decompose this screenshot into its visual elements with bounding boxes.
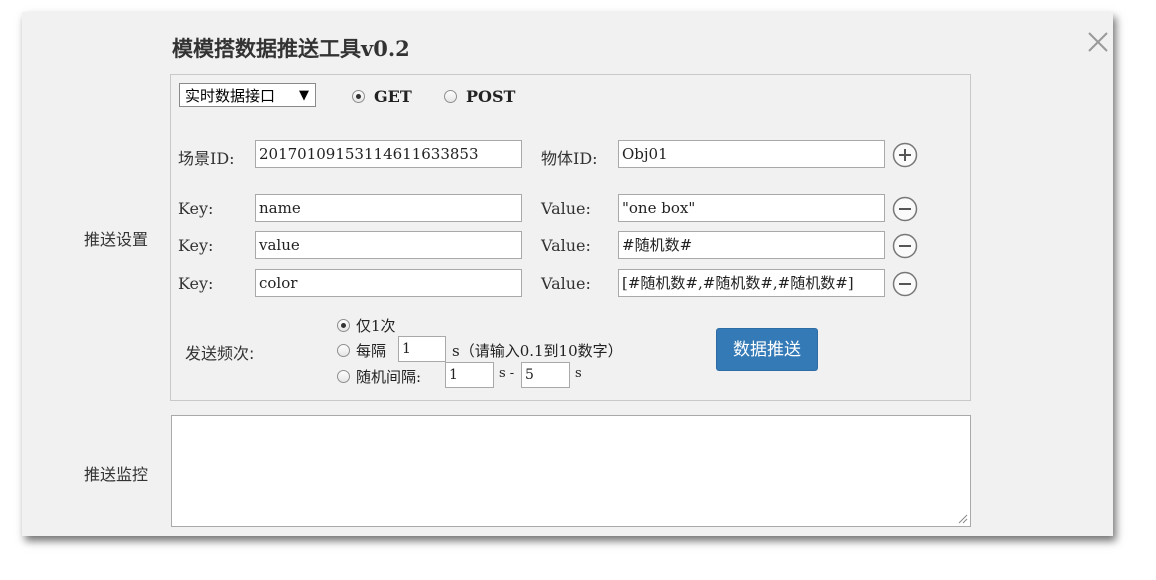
value-input-3[interactable]: [#随机数#,#随机数#,#随机数#] xyxy=(618,269,885,297)
dialog-title: 模模搭数据推送工具v0.2 xyxy=(172,36,410,61)
monitor-section-label: 推送监控 xyxy=(84,465,149,484)
method-get-radio[interactable]: GET xyxy=(352,87,412,106)
frequency-once-radio[interactable]: 仅1次 xyxy=(337,315,396,336)
radio-circle xyxy=(352,90,365,103)
frequency-interval-label: 每隔 xyxy=(356,342,387,360)
key-input-1[interactable]: name xyxy=(255,194,522,222)
radio-circle xyxy=(337,319,350,332)
key-label: Key: xyxy=(178,274,214,293)
object-id-input[interactable]: Obj01 xyxy=(618,140,885,168)
frequency-interval-radio[interactable]: 每隔 xyxy=(337,340,386,361)
minus-circle-icon[interactable] xyxy=(892,196,918,222)
minus-circle-icon[interactable] xyxy=(892,271,918,297)
scene-id-label: 场景ID: xyxy=(178,149,235,168)
interval-hint: s（请输入0.1到10数字） xyxy=(452,342,623,360)
random-max-input[interactable]: 5 xyxy=(521,362,570,388)
radio-circle xyxy=(444,90,457,103)
interval-seconds-input[interactable]: 1 xyxy=(398,336,446,362)
value-label: Value: xyxy=(541,199,591,218)
random-unit: s xyxy=(575,366,582,381)
interface-select-value: 实时数据接口 xyxy=(185,87,276,105)
resize-handle-icon[interactable] xyxy=(958,514,968,524)
key-label: Key: xyxy=(178,236,214,255)
radio-circle xyxy=(337,370,350,383)
settings-section-label: 推送设置 xyxy=(84,230,149,249)
triangle-down-icon: ▼ xyxy=(299,88,309,103)
method-post-radio[interactable]: POST xyxy=(444,87,515,106)
key-input-3[interactable]: color xyxy=(255,269,522,297)
frequency-random-label: 随机间隔: xyxy=(356,368,422,386)
object-id-label: 物体ID: xyxy=(541,149,598,168)
key-label: Key: xyxy=(178,199,214,218)
radio-circle xyxy=(337,344,350,357)
monitor-textarea[interactable] xyxy=(171,415,971,527)
frequency-once-label: 仅1次 xyxy=(356,317,396,335)
value-label: Value: xyxy=(541,236,591,255)
plus-circle-icon[interactable] xyxy=(892,142,918,168)
push-data-button[interactable]: 数据推送 xyxy=(716,328,818,371)
value-label: Value: xyxy=(541,274,591,293)
method-get-label: GET xyxy=(374,87,412,106)
method-post-label: POST xyxy=(466,87,516,106)
frequency-label: 发送频次: xyxy=(185,344,255,363)
value-input-2[interactable]: #随机数# xyxy=(618,231,885,259)
interface-select[interactable]: 实时数据接口 ▼ xyxy=(179,83,316,107)
scene-id-input[interactable]: 20170109153114611633853 xyxy=(255,140,522,168)
frequency-random-radio[interactable]: 随机间隔: xyxy=(337,366,421,387)
minus-circle-icon[interactable] xyxy=(892,233,918,259)
key-input-2[interactable]: value xyxy=(255,231,522,259)
close-icon[interactable] xyxy=(1086,30,1110,54)
random-min-input[interactable]: 1 xyxy=(445,362,494,388)
random-separator: s - xyxy=(499,366,515,381)
value-input-1[interactable]: "one box" xyxy=(618,194,885,222)
